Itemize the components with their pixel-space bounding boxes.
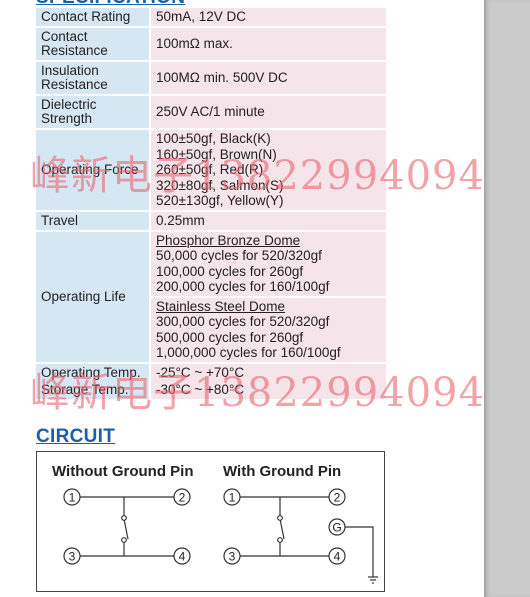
spec-value-line: 100mΩ max. (156, 36, 233, 52)
dome-type-title: Stainless Steel Dome (156, 298, 286, 314)
spec-value-line: 50mA, 12V DC (156, 9, 247, 25)
spec-value: 100±50gf, Black(K) 160±50gf, Brown(N) 260±… (150, 129, 386, 212)
switch-contact (123, 518, 129, 540)
spec-value-line: 520±130gf, Yellow(Y) (156, 193, 284, 208)
circuit-without-ground (63, 488, 191, 565)
spec-row: Storage Temp. -30°C ~ +80°C (36, 381, 386, 399)
pin-4-label: 4 (334, 550, 341, 564)
spec-value: 100mΩ max. (150, 27, 386, 62)
spec-key: Dielectric Strength (36, 95, 151, 130)
spec-value: -30°C ~ +80°C (150, 381, 386, 399)
ground-icon (368, 576, 378, 584)
spec-value-line: 200,000 cycles for 160/100gf (156, 279, 330, 294)
operating-life-group: Phosphor Bronze Dome 50,000 cycles for 52… (150, 230, 386, 298)
pin-g-label: G (332, 521, 341, 535)
pin-3-label: 3 (229, 550, 236, 564)
spec-value-line: 0.25mm (156, 212, 205, 228)
spec-row: Operating Temp. -25°C ~ +70°C (36, 362, 386, 381)
spec-key: Storage Temp. (36, 381, 151, 399)
spec-key: Operating Force (36, 129, 151, 212)
spec-row: Dielectric Strength 250V AC/1 minute (36, 95, 386, 130)
spec-key: Insulation Resistance (36, 61, 151, 96)
spec-value: 50mA, 12V DC (150, 8, 386, 28)
spec-value-line: 250V AC/1 minute (156, 104, 265, 120)
circuit-with-ground (223, 488, 378, 584)
switch-contact (279, 518, 285, 540)
spec-row: Contact Resistance 100mΩ max. (36, 27, 386, 62)
pin-1-label: 1 (229, 491, 236, 505)
circuit-diagram: Without Ground Pin With Ground Pin 1 2 3… (36, 451, 385, 592)
operating-life-group: Stainless Steel Dome 300,000 cycles for 5… (150, 296, 386, 364)
spec-value-line: 100±50gf, Black(K) (156, 131, 271, 146)
spec-row: Travel 0.25mm (36, 210, 386, 232)
pin-1-label: 1 (69, 491, 76, 505)
dome-type-title: Phosphor Bronze Dome (156, 232, 301, 248)
spec-key: Operating Life (36, 230, 151, 364)
spec-value-line: 160±50gf, Brown(N) (156, 146, 277, 162)
pin-3-label: 3 (69, 550, 76, 564)
spec-row: Operating Force 100±50gf, Black(K) 160±50g… (36, 129, 386, 212)
spec-row: Insulation Resistance 100MΩ min. 500V DC (36, 61, 386, 96)
spec-value-line: 500,000 cycles for 260gf (156, 329, 304, 345)
spec-value-line: 1,000,000 cycles for 160/100gf (156, 345, 341, 360)
spec-value-line: 320±80gf, Salmon(S) (156, 177, 284, 193)
spec-value-line: 100MΩ min. 500V DC (156, 70, 288, 86)
spec-key: Travel (36, 210, 151, 232)
spec-key: Contact Rating (36, 8, 151, 28)
document-page: SPECIFICATION Contact Rating50mA, 12V DC… (0, 0, 484, 597)
spec-value-line: 300,000 cycles for 520/320gf (156, 314, 330, 329)
pin-4-label: 4 (179, 550, 186, 564)
circuit-heading: CIRCUIT (36, 426, 116, 447)
specification-table: Contact Rating 50mA, 12V DC Contact Resist… (36, 8, 386, 399)
spec-value: 100MΩ min. 500V DC (150, 61, 386, 96)
spec-value-line: 50,000 cycles for 520/320gf (156, 248, 322, 263)
spec-value: -25°C ~ +70°C (150, 362, 386, 381)
spec-row: Operating Life Phosphor Bronze Dome 50,000… (36, 230, 386, 364)
pin-2-label: 2 (334, 491, 341, 505)
spec-value: 0.25mm (150, 210, 386, 232)
pin-2-label: 2 (179, 491, 186, 505)
viewer-background-panel (484, 0, 530, 597)
spec-value-line: 260±50gf, Red(R) (156, 162, 264, 177)
spec-key: Operating Temp. (36, 362, 151, 381)
spec-value: 250V AC/1 minute (150, 95, 386, 130)
circuit-schematic: 1 2 3 4 1 2 3 4 G (63, 488, 378, 584)
spec-row: Contact Rating 50mA, 12V DC (36, 8, 386, 28)
spec-value-line: 100,000 cycles for 260gf (156, 263, 304, 279)
spec-key: Contact Resistance (36, 27, 151, 62)
